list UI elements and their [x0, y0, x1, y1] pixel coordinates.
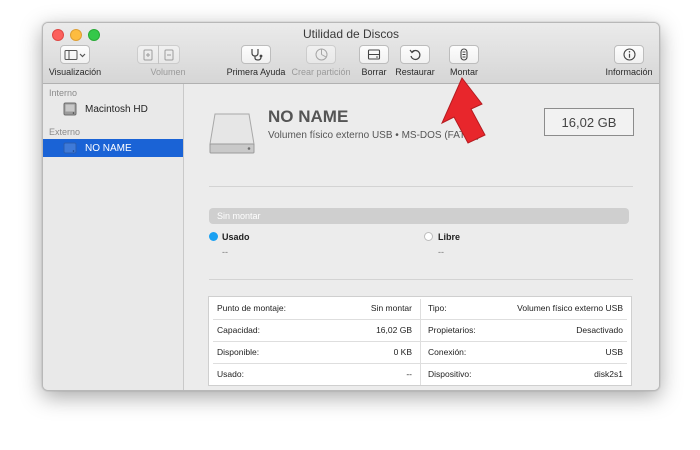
- type-value: Volumen físico externo USB: [517, 303, 623, 313]
- restore-button[interactable]: [400, 45, 430, 64]
- divider: [209, 186, 633, 187]
- window-title: Utilidad de Discos: [302, 27, 400, 41]
- mount-button[interactable]: [449, 45, 479, 64]
- add-volume-button[interactable]: [137, 45, 159, 64]
- table-row: Capacidad: 16,02 GB: [209, 319, 420, 341]
- used-key: Usado:: [217, 369, 244, 379]
- internal-disk-icon: [63, 102, 77, 116]
- table-row: Disponible: 0 KB: [209, 341, 420, 363]
- disk-size-badge: 16,02 GB: [544, 108, 634, 136]
- free-value: --: [438, 247, 444, 257]
- type-key: Tipo:: [428, 303, 447, 313]
- table-row: Dispositivo: disk2s1: [420, 363, 631, 385]
- disk-description: Volumen físico externo USB • MS-DOS (FAT…: [268, 130, 480, 141]
- restore-label: Restaurar: [395, 67, 435, 77]
- erase-icon: [367, 49, 381, 60]
- sidebar-section-internal: Interno: [49, 88, 78, 98]
- owners-value: Desactivado: [576, 325, 623, 335]
- available-value: 0 KB: [393, 347, 412, 357]
- table-row: Usado: --: [209, 363, 420, 385]
- remove-volume-icon: [164, 49, 174, 60]
- first-aid-button[interactable]: [241, 45, 271, 64]
- partition-label: Crear partición: [291, 67, 351, 77]
- connection-key: Conexión:: [428, 347, 467, 357]
- table-row: Tipo: Volumen físico externo USB: [420, 297, 631, 319]
- sidebar-item-no-name[interactable]: NO NAME: [43, 139, 183, 157]
- disk-name: NO NAME: [268, 107, 349, 126]
- sidebar: Interno Macintosh HD Externo NO NAME: [43, 84, 184, 390]
- device-value: disk2s1: [594, 369, 623, 379]
- info-button[interactable]: [614, 45, 644, 64]
- connection-value: USB: [605, 347, 623, 357]
- sidebar-item-macintosh-hd[interactable]: Macintosh HD: [43, 100, 183, 118]
- toolbar: Utilidad de Discos Visualización Volumen: [43, 23, 659, 84]
- restore-icon: [409, 49, 420, 60]
- external-disk-icon: [63, 142, 77, 154]
- capacity-value: 16,02 GB: [376, 325, 412, 335]
- info-icon: [622, 48, 636, 61]
- mount-point-value: Sin montar: [370, 303, 412, 313]
- erase-button[interactable]: [359, 45, 389, 64]
- capacity-key: Capacidad:: [217, 325, 261, 335]
- usage-bar: Sin montar: [209, 208, 629, 224]
- sidebar-item-label: Macintosh HD: [85, 103, 148, 115]
- volume-label: Volumen: [150, 67, 186, 77]
- used-legend-label: Usado: [222, 232, 250, 242]
- stethoscope-icon: [251, 49, 263, 61]
- first-aid-label: Primera Ayuda: [226, 67, 286, 77]
- table-row: Punto de montaje: Sin montar: [209, 297, 420, 319]
- info-label: Información: [605, 67, 653, 77]
- main-pane: NO NAME Volumen físico externo USB • MS-…: [184, 84, 659, 390]
- sidebar-item-label: NO NAME: [85, 142, 132, 154]
- divider: [209, 279, 633, 280]
- add-volume-icon: [143, 49, 153, 60]
- owners-key: Propietarios:: [428, 325, 476, 335]
- erase-label: Borrar: [361, 67, 387, 77]
- external-disk-icon: [209, 113, 255, 154]
- used-value: --: [406, 369, 412, 379]
- mount-point-key: Punto de montaje:: [217, 303, 286, 313]
- table-row: Propietarios: Desactivado: [420, 319, 631, 341]
- used-legend-dot: [209, 232, 218, 241]
- disk-utility-window: Utilidad de Discos Visualización Volumen: [42, 22, 660, 391]
- sidebar-section-external: Externo: [49, 127, 81, 137]
- view-label: Visualización: [48, 67, 102, 77]
- used-value: --: [222, 247, 228, 257]
- sidebar-view-icon: [64, 49, 86, 60]
- table-row: Conexión: USB: [420, 341, 631, 363]
- free-legend-dot: [424, 232, 433, 241]
- view-button[interactable]: [60, 45, 90, 64]
- remove-volume-button[interactable]: [158, 45, 180, 64]
- info-table: Punto de montaje: Sin montar Tipo: Volum…: [208, 296, 632, 386]
- available-key: Disponible:: [217, 347, 260, 357]
- pie-partition-icon: [315, 48, 327, 61]
- device-key: Dispositivo:: [428, 369, 472, 379]
- mount-icon: [460, 48, 468, 61]
- partition-button[interactable]: [306, 45, 336, 64]
- mount-label: Montar: [449, 67, 479, 77]
- free-legend-label: Libre: [438, 232, 461, 242]
